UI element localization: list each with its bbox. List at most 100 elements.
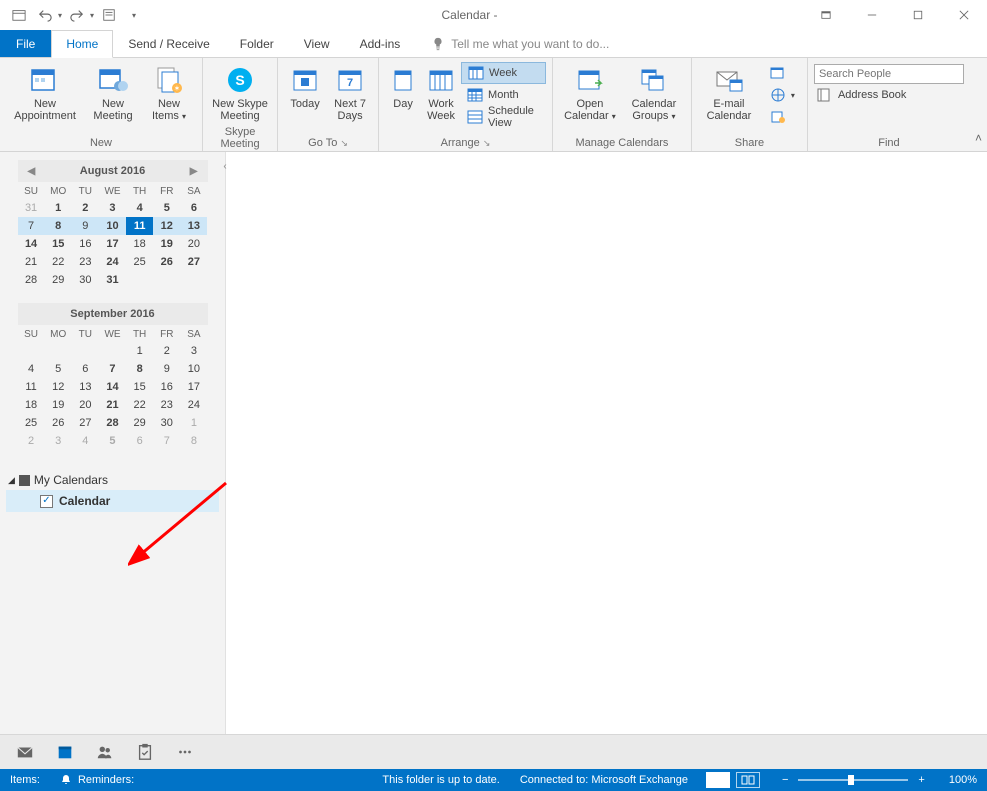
mini-day[interactable]: 17 [180, 378, 207, 396]
mini-day[interactable]: 6 [126, 432, 153, 450]
mini-day[interactable]: 5 [153, 199, 180, 217]
mini-day[interactable]: 29 [45, 271, 72, 289]
search-people-input[interactable] [814, 64, 964, 84]
calendar-item[interactable]: Calendar [6, 490, 219, 512]
mini-day[interactable]: 1 [180, 414, 207, 432]
maximize-button[interactable] [895, 0, 941, 30]
mini-day[interactable]: 26 [153, 253, 180, 271]
mini-day[interactable]: 18 [126, 235, 153, 253]
mini-day[interactable]: 2 [153, 342, 180, 360]
arrange-launcher-icon[interactable]: ↘ [483, 138, 491, 148]
mini-day[interactable]: 8 [45, 217, 72, 235]
zoom-out-button[interactable]: − [778, 774, 792, 786]
next-month-icon[interactable]: ▶ [186, 166, 202, 177]
mini-day[interactable]: 21 [18, 253, 45, 271]
mini-day[interactable]: 3 [45, 432, 72, 450]
nav-tasks-icon[interactable] [132, 739, 158, 765]
zoom-in-button[interactable]: + [914, 774, 928, 786]
mini-day[interactable]: 14 [18, 235, 45, 253]
address-book-button[interactable]: Address Book [814, 86, 964, 104]
mini-day[interactable]: 2 [72, 199, 99, 217]
qat-calendar-icon[interactable] [8, 4, 30, 26]
mini-day[interactable]: 4 [72, 432, 99, 450]
open-calendar-button[interactable]: Open Calendar ▾ [559, 62, 621, 124]
mini-day[interactable]: 7 [18, 217, 45, 235]
mini-day[interactable]: 12 [45, 378, 72, 396]
mini-day[interactable]: 11 [18, 378, 45, 396]
week-button[interactable]: Week [461, 62, 546, 84]
mini-day[interactable]: 15 [126, 378, 153, 396]
mini-day[interactable]: 27 [180, 253, 207, 271]
mini-day[interactable]: 28 [18, 271, 45, 289]
mini-day[interactable]: 22 [126, 396, 153, 414]
today-button[interactable]: Today [284, 62, 326, 112]
mini-day[interactable]: 3 [180, 342, 207, 360]
tab-addins[interactable]: Add-ins [345, 30, 416, 57]
calendar-checkbox[interactable] [40, 495, 53, 508]
mini-day[interactable]: 7 [99, 360, 126, 378]
mini-day[interactable]: 6 [180, 199, 207, 217]
month-button[interactable]: Month [461, 84, 546, 106]
mini-day[interactable]: 24 [180, 396, 207, 414]
mini-day[interactable]: 26 [45, 414, 72, 432]
mini-day[interactable]: 1 [126, 342, 153, 360]
view-normal-button[interactable] [706, 772, 730, 788]
next7days-button[interactable]: 7 Next 7 Days [328, 62, 372, 124]
mini-day[interactable]: 13 [72, 378, 99, 396]
new-appointment-button[interactable]: New Appointment [6, 62, 84, 124]
new-skype-meeting-button[interactable]: S New Skype Meeting [209, 62, 271, 124]
close-button[interactable] [941, 0, 987, 30]
nav-more-icon[interactable] [172, 739, 198, 765]
mini-day[interactable]: 15 [45, 235, 72, 253]
mini-day[interactable]: 16 [72, 235, 99, 253]
mini-day[interactable]: 12 [153, 217, 180, 235]
mini-day[interactable]: 3 [99, 199, 126, 217]
mini-day[interactable]: 10 [99, 217, 126, 235]
mini-day[interactable]: 18 [18, 396, 45, 414]
mini-day[interactable]: 19 [45, 396, 72, 414]
redo-dropdown-icon[interactable]: ▾ [90, 11, 94, 20]
mini-day[interactable]: 27 [72, 414, 99, 432]
nav-mail-icon[interactable] [12, 739, 38, 765]
schedule-view-button[interactable]: Schedule View [461, 106, 546, 128]
mini-day[interactable]: 14 [99, 378, 126, 396]
mini-day[interactable]: 6 [72, 360, 99, 378]
mini-day[interactable]: 13 [180, 217, 207, 235]
mini-day[interactable]: 11 [126, 217, 153, 235]
mini-day[interactable]: 5 [45, 360, 72, 378]
tell-me-input[interactable]: Tell me what you want to do... [431, 30, 987, 57]
collapse-ribbon-icon[interactable]: ˄ [970, 58, 987, 151]
mini-day[interactable]: 22 [45, 253, 72, 271]
mini-day[interactable]: 25 [18, 414, 45, 432]
view-reading-button[interactable] [736, 772, 760, 788]
redo-icon[interactable] [66, 4, 88, 26]
workweek-button[interactable]: Work Week [423, 62, 459, 124]
zoom-level[interactable]: 100% [939, 774, 987, 786]
ribbon-display-icon[interactable] [803, 0, 849, 30]
qat-form-icon[interactable] [98, 4, 120, 26]
mini-day[interactable]: 20 [72, 396, 99, 414]
mini-day[interactable]: 17 [99, 235, 126, 253]
minimize-button[interactable] [849, 0, 895, 30]
mini-day[interactable]: 4 [18, 360, 45, 378]
mini-day[interactable]: 1 [45, 199, 72, 217]
mini-day[interactable]: 4 [126, 199, 153, 217]
mini-day[interactable]: 25 [126, 253, 153, 271]
nav-calendar-icon[interactable] [52, 739, 78, 765]
new-meeting-button[interactable]: New Meeting [86, 62, 140, 124]
mini-day[interactable]: 30 [72, 271, 99, 289]
my-calendars-group[interactable]: ◢ My Calendars [6, 470, 219, 490]
zoom-slider[interactable] [798, 779, 908, 781]
nav-people-icon[interactable] [92, 739, 118, 765]
new-items-button[interactable]: ✶ New Items ▾ [142, 62, 196, 124]
mini-day[interactable]: 31 [18, 199, 45, 217]
mini-day[interactable]: 30 [153, 414, 180, 432]
goto-launcher-icon[interactable]: ↘ [340, 138, 348, 148]
mini-day[interactable]: 8 [126, 360, 153, 378]
file-tab[interactable]: File [0, 30, 51, 57]
mini-day[interactable]: 2 [18, 432, 45, 450]
mini-day[interactable]: 23 [72, 253, 99, 271]
status-reminders[interactable]: Reminders: [50, 774, 144, 786]
collapse-panel-icon[interactable]: ‹ [219, 156, 231, 176]
tab-folder[interactable]: Folder [225, 30, 289, 57]
